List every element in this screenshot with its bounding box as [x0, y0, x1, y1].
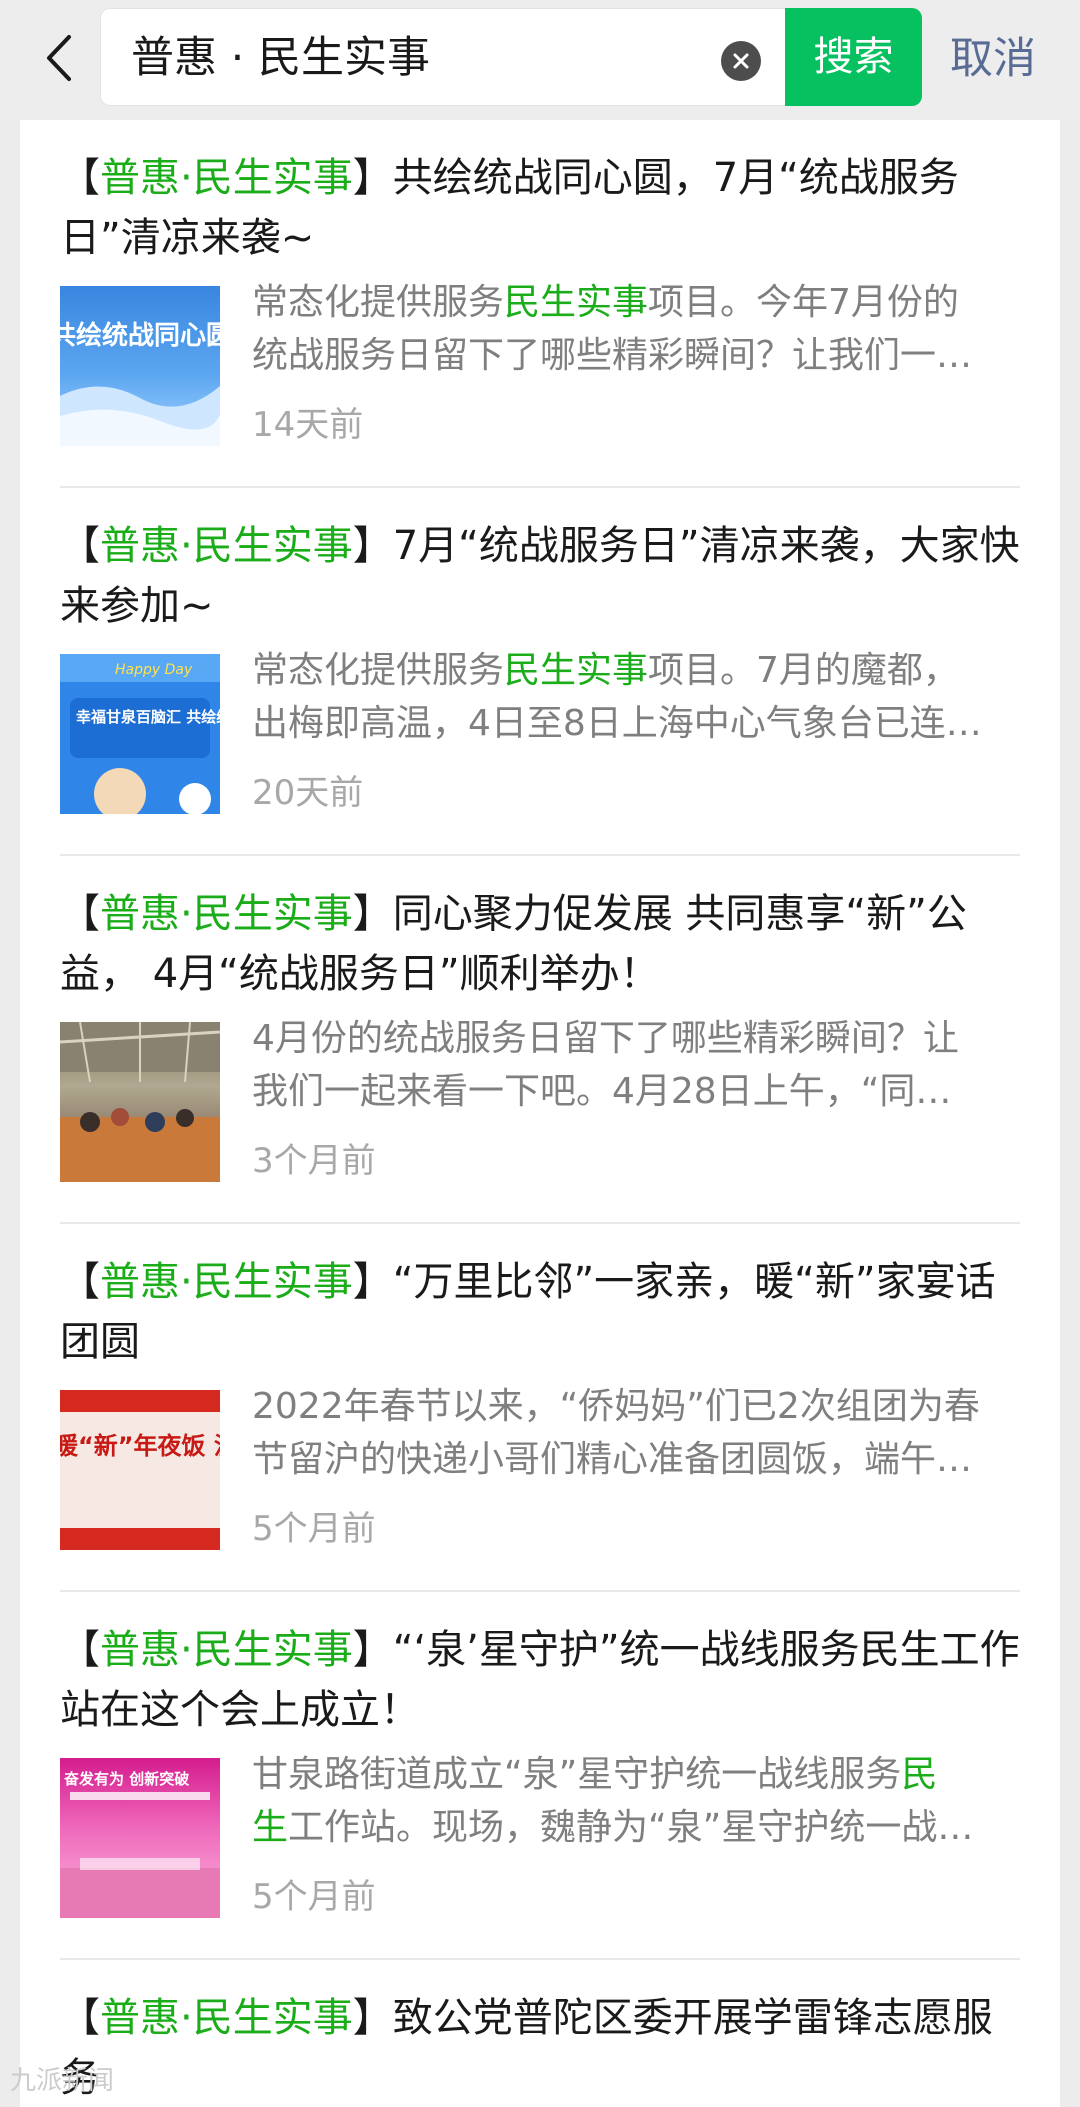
list-item[interactable]: 【普惠·民生实事】“万里比邻”一家亲，暖“新”家宴话团圆 暖“新”年夜饭 温情共…: [60, 1224, 1020, 1592]
article-summary: 常态化提供服务民生实事项目。7月的魔都， 出梅即高温，4日至8日上海中心气象台已…: [252, 650, 982, 744]
article-summary: 常态化提供服务民生实事项目。今年7月份的 统战服务日留下了哪些精彩瞬间？让我们一…: [252, 282, 973, 376]
title-highlight: 普惠·民生实事: [100, 1627, 353, 1673]
list-item[interactable]: 【普惠·民生实事】致公党普陀区委开展学雷锋志愿服务: [60, 1960, 1020, 2107]
list-item[interactable]: 【普惠·民生实事】“‘泉’星守护”统一战线服务民生工作站在这个会上成立！ 奋发有…: [60, 1592, 1020, 1960]
publish-time: 3个月前: [252, 1141, 376, 1181]
article-summary: 甘泉路街道成立“泉”星守护统一战线服务民 生工作站。现场，魏静为“泉”星守护统一…: [252, 1754, 974, 1848]
thumbnail-image: 奋发有为 创新突破: [60, 1770, 220, 1918]
publish-time: 20天前: [252, 773, 364, 813]
article-title[interactable]: 【普惠·民生实事】7月“统战服务日”清凉来袭，大家快来参加~: [60, 516, 1020, 636]
close-icon: [733, 53, 749, 69]
title-highlight: 普惠·民生实事: [100, 891, 353, 937]
chevron-left-icon: [47, 35, 71, 81]
watermark: 九派新闻: [10, 2066, 115, 2096]
svg-text:Happy Day: Happy Day: [115, 662, 193, 678]
search-button[interactable]: 搜索: [785, 8, 922, 106]
list-item[interactable]: 【普惠·民生实事】共绘统战同心圆，7月“统战服务日”清凉来袭~ 共绘统战同心圆 …: [60, 120, 1020, 488]
article-thumbnail[interactable]: 暖“新”年夜饭 温情共话团圆: [60, 1390, 220, 1550]
article-summary: 4月份的统战服务日留下了哪些精彩瞬间？让 我们一起来看一下吧。4月28日上午，“…: [252, 1018, 959, 1112]
article-title[interactable]: 【普惠·民生实事】“万里比邻”一家亲，暖“新”家宴话团圆: [60, 1252, 1020, 1372]
list-item[interactable]: 【普惠·民生实事】7月“统战服务日”清凉来袭，大家快来参加~ Happy Day…: [60, 488, 1020, 856]
article-title[interactable]: 【普惠·民生实事】“‘泉’星守护”统一战线服务民生工作站在这个会上成立！: [60, 1620, 1020, 1740]
article-thumbnail[interactable]: 奋发有为 创新突破: [60, 1758, 220, 1918]
search-header: 普惠 · 民生实事 搜索 取消: [0, 0, 1080, 120]
thumbnail-image: 共绘统战同心圆: [60, 320, 220, 446]
thumbnail-text: 奋发有为 创新突破: [63, 1770, 189, 1788]
thumbnail-image: [60, 1022, 220, 1182]
publish-time: 5个月前: [252, 1509, 376, 1549]
article-title[interactable]: 【普惠·民生实事】致公党普陀区委开展学雷锋志愿服务: [60, 1988, 1020, 2107]
publish-time: 14天前: [252, 405, 364, 445]
results-list: 【普惠·民生实事】共绘统战同心圆，7月“统战服务日”清凉来袭~ 共绘统战同心圆 …: [20, 120, 1060, 2107]
thumbnail-image: 暖“新”年夜饭 温情共话团圆: [60, 1390, 220, 1550]
title-highlight: 普惠·民生实事: [100, 1995, 353, 2041]
list-item[interactable]: 【普惠·民生实事】同心聚力促发展 共同惠享“新”公益， 4月“统战服务日”顺利举…: [60, 856, 1020, 1224]
publish-time: 5个月前: [252, 1877, 376, 1917]
search-results-page: 普惠 · 民生实事 搜索 取消 【普惠·民生实事】共绘统战同心圆，7月“统战服务…: [0, 0, 1080, 2107]
article-title[interactable]: 【普惠·民生实事】同心聚力促发展 共同惠享“新”公益， 4月“统战服务日”顺利举…: [60, 884, 1020, 1004]
cancel-button[interactable]: 取消: [950, 34, 1036, 84]
thumbnail-text: 共绘统战同心圆: [60, 320, 220, 351]
search-query-text: 普惠 · 民生实事: [131, 33, 431, 83]
article-title[interactable]: 【普惠·民生实事】共绘统战同心圆，7月“统战服务日”清凉来袭~: [60, 148, 1020, 268]
article-thumbnail[interactable]: Happy Day 幸福甘泉百脑汇 共绘统战同心圆: [60, 654, 220, 814]
article-thumbnail[interactable]: [60, 1022, 220, 1182]
search-input[interactable]: 普惠 · 民生实事: [100, 8, 790, 106]
thumbnail-image: Happy Day 幸福甘泉百脑汇 共绘统战同心圆: [60, 654, 220, 814]
title-highlight: 普惠·民生实事: [100, 1259, 353, 1305]
title-highlight: 普惠·民生实事: [100, 523, 353, 569]
article-thumbnail[interactable]: 共绘统战同心圆: [60, 286, 220, 446]
back-button[interactable]: [30, 26, 86, 90]
thumbnail-text: 幸福甘泉百脑汇 共绘统战同心圆: [76, 708, 220, 726]
article-summary: 2022年春节以来，“侨妈妈”们已2次组团为春 节留沪的快递小哥们精心准备团圆饭…: [252, 1386, 980, 1480]
title-highlight: 普惠·民生实事: [100, 155, 353, 201]
clear-button[interactable]: [721, 41, 761, 81]
thumbnail-text: 暖“新”年夜饭 温情共话团圆: [60, 1432, 220, 1460]
